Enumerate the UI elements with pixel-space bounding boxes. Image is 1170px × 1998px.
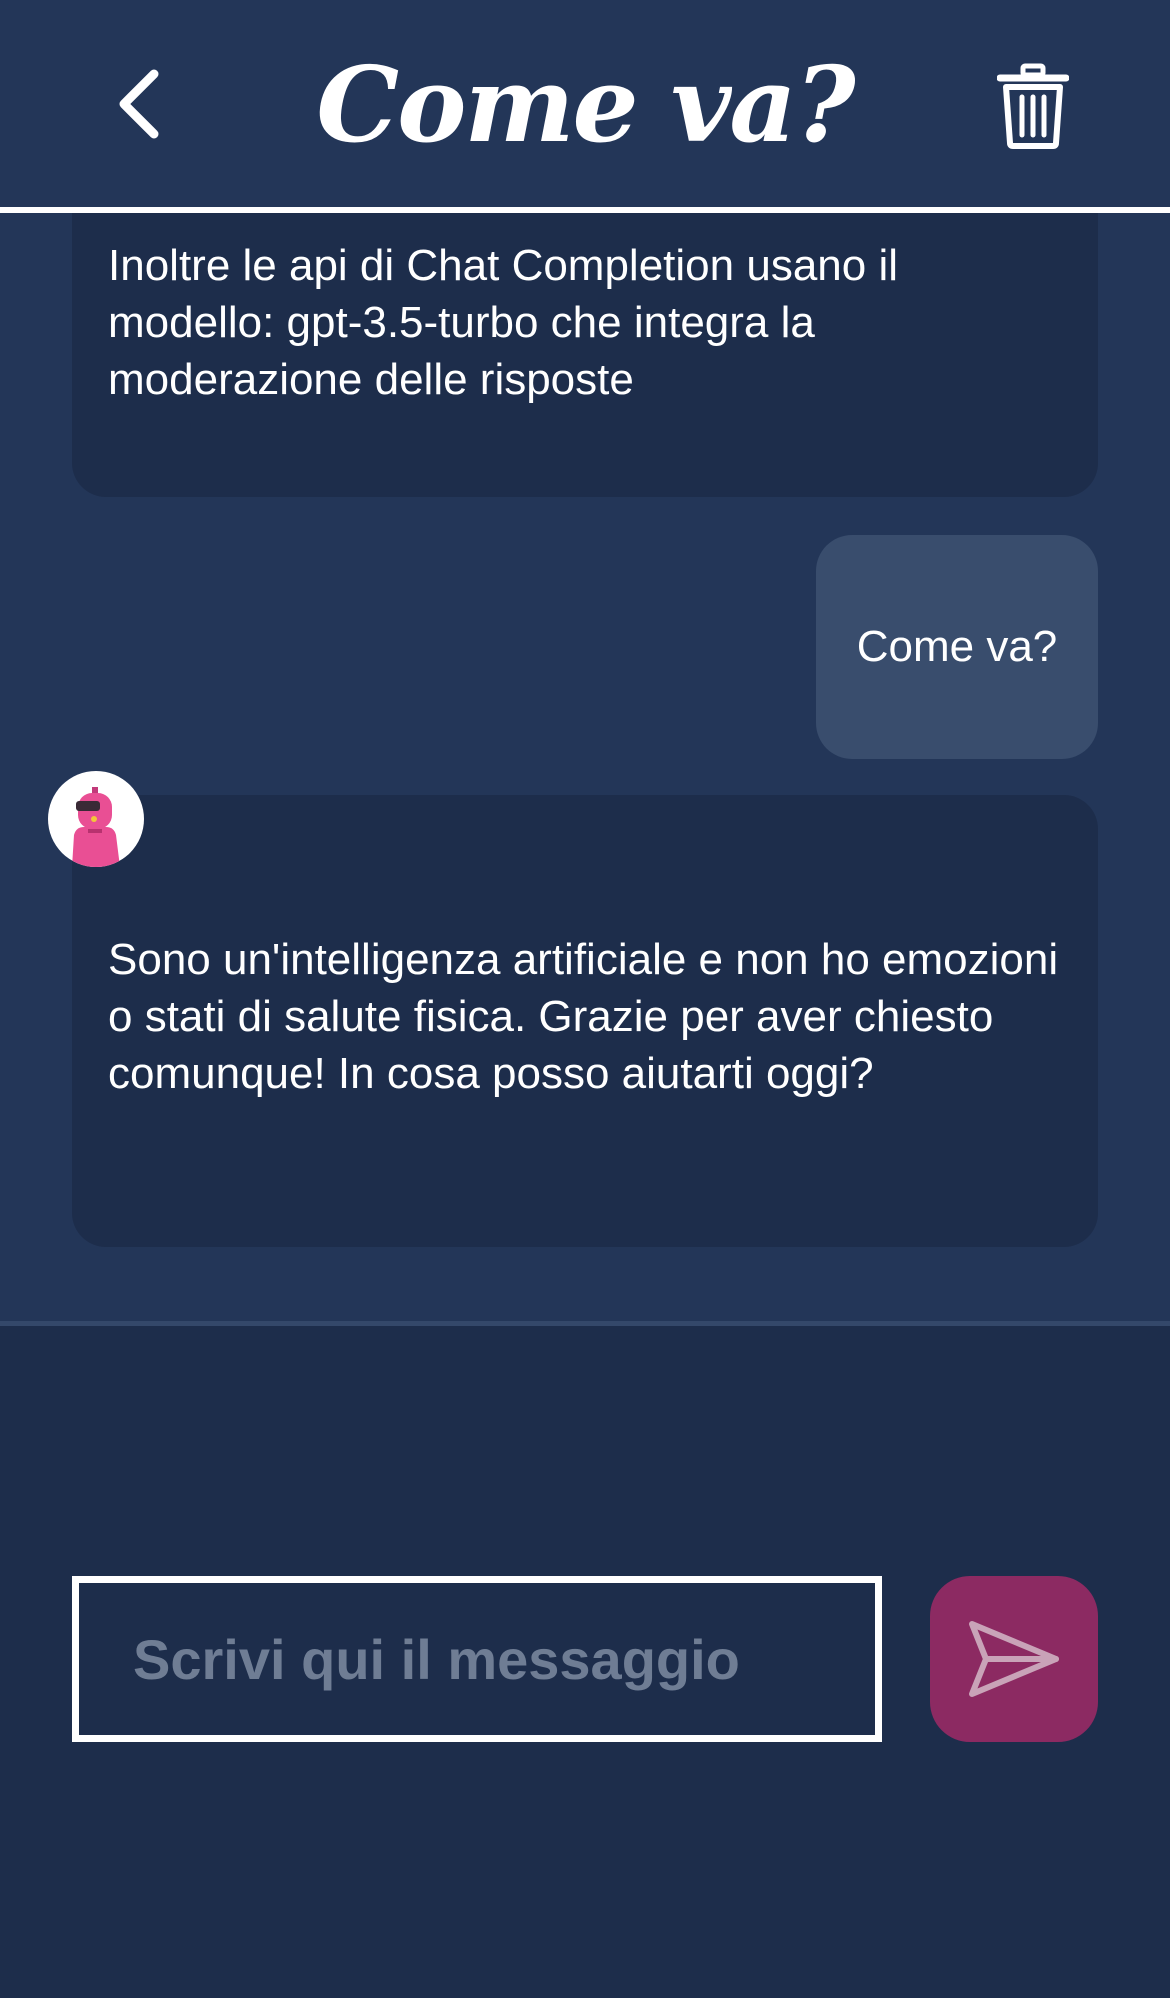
composer-divider [0,1321,1170,1326]
delete-chat-button[interactable] [990,58,1076,154]
app-header: Come va? [0,0,1170,207]
message-input[interactable]: Scrivi qui il messaggio [72,1576,882,1742]
trash-icon [997,63,1069,149]
send-button[interactable] [930,1576,1098,1742]
send-icon [969,1621,1059,1697]
robot-avatar-icon [72,787,120,867]
message-input-placeholder: Scrivi qui il messaggio [133,1627,740,1691]
user-message: Come va? [816,535,1098,759]
chat-messages[interactable]: Inoltre le api di Chat Completion usano … [0,213,1170,1321]
user-message-text: Come va? [856,622,1058,671]
bot-avatar [48,771,144,867]
bot-message: Inoltre le api di Chat Completion usano … [72,213,1098,497]
bot-message: Sono un'intelligenza artificiale e non h… [72,795,1098,1247]
